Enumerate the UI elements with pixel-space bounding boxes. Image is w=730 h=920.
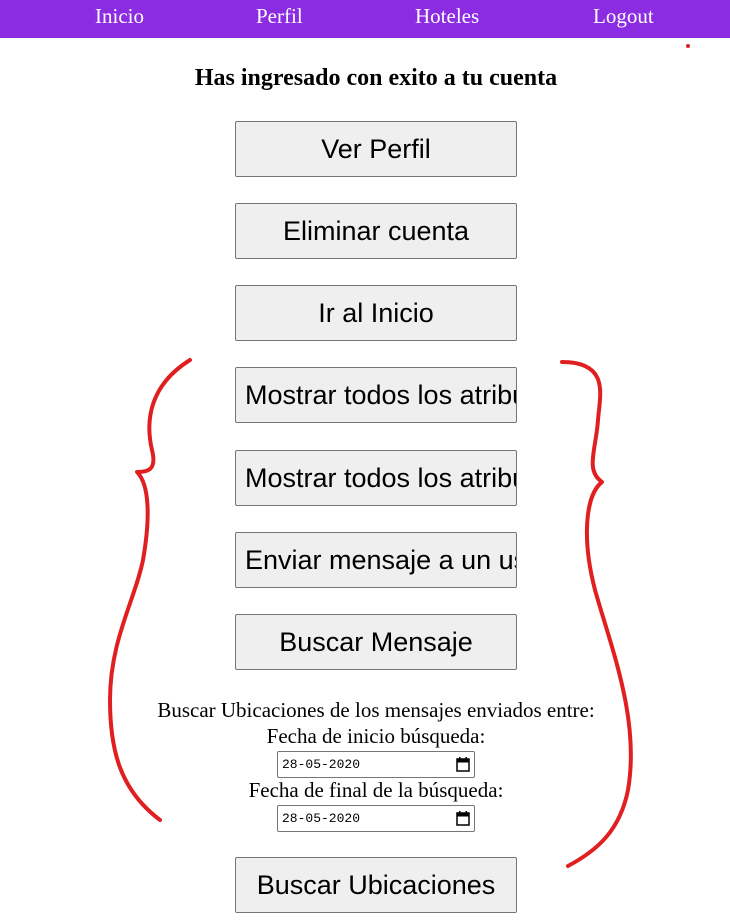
nav-link-hoteles[interactable]: Hoteles bbox=[415, 4, 479, 28]
calendar-icon[interactable] bbox=[452, 751, 474, 778]
end-date-label: Fecha de final de la búsqueda: bbox=[248, 778, 504, 802]
left-brace-annotation bbox=[108, 358, 192, 822]
page-title: Has ingresado con exito a tu cuenta bbox=[194, 65, 558, 91]
nav-link-inicio[interactable]: Inicio bbox=[95, 4, 144, 28]
eliminar-cuenta-button[interactable]: Eliminar cuenta bbox=[235, 203, 517, 259]
red-dot-annotation bbox=[686, 44, 690, 48]
start-date-input[interactable]: 28-05-2020 bbox=[277, 751, 475, 778]
start-date-label: Fecha de inicio búsqueda: bbox=[266, 724, 486, 748]
calendar-icon[interactable] bbox=[452, 805, 474, 832]
mostrar-atributos-button-1[interactable]: Mostrar todos los atributos bbox=[235, 367, 517, 423]
mostrar-atributos-button-2[interactable]: Mostrar todos los atributos bbox=[235, 450, 517, 506]
page: Inicio Perfil Hoteles Logout Has ingresa… bbox=[0, 0, 730, 920]
ir-inicio-button[interactable]: Ir al Inicio bbox=[235, 285, 517, 341]
nav-link-logout[interactable]: Logout bbox=[593, 4, 654, 28]
end-date-input[interactable]: 28-05-2020 bbox=[277, 805, 475, 832]
search-heading: Buscar Ubicaciones de los mensajes envia… bbox=[157, 698, 595, 722]
buscar-ubicaciones-button[interactable]: Buscar Ubicaciones bbox=[235, 857, 517, 913]
end-date-value: 28-05-2020 bbox=[282, 811, 361, 826]
nav-link-perfil[interactable]: Perfil bbox=[256, 4, 303, 28]
start-date-value: 28-05-2020 bbox=[282, 757, 361, 772]
enviar-mensaje-button[interactable]: Enviar mensaje a un usuario bbox=[235, 532, 517, 588]
top-navbar: Inicio Perfil Hoteles Logout bbox=[0, 0, 730, 38]
ver-perfil-button[interactable]: Ver Perfil bbox=[235, 121, 517, 177]
buscar-mensaje-button[interactable]: Buscar Mensaje bbox=[235, 614, 517, 670]
